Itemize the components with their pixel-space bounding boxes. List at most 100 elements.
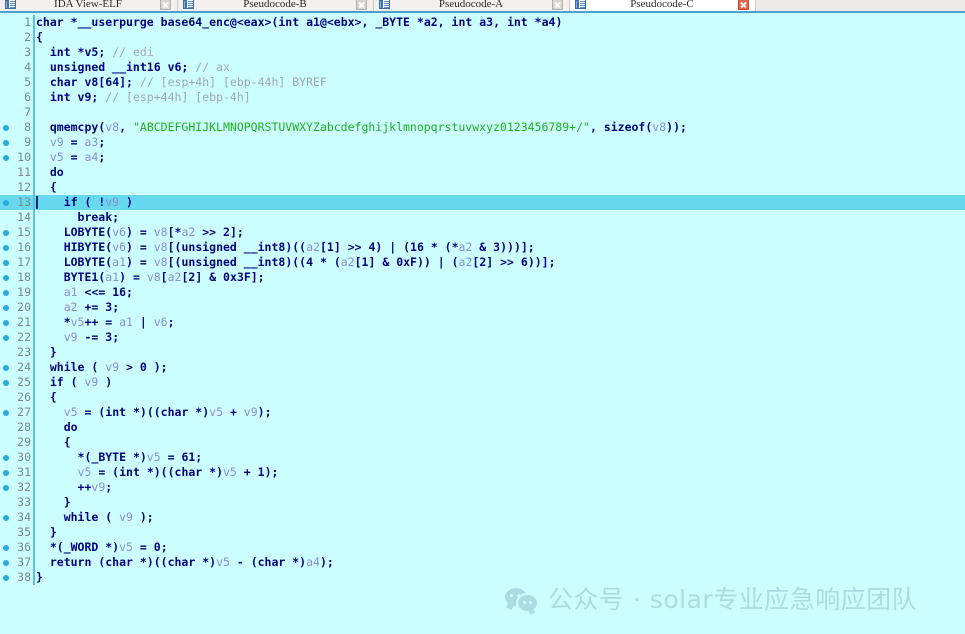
line-number: 22 xyxy=(17,330,31,344)
code-line[interactable]: 23 } xyxy=(0,345,965,360)
code-line-text: int v9; // [esp+44h] [ebp-4h] xyxy=(36,90,251,104)
gutter-separator xyxy=(33,450,35,465)
tab-close-icon[interactable] xyxy=(738,0,749,10)
code-line-text: v9 -= 3; xyxy=(63,330,120,344)
code-line[interactable]: 37 return (char *)((char *)v5 - (char *)… xyxy=(0,555,965,570)
code-line[interactable]: 12 { xyxy=(0,180,965,195)
tab-bar-filler xyxy=(756,0,965,11)
tab-pseudocode-c[interactable]: Pseudocode-C xyxy=(570,0,756,11)
code-line-list[interactable]: 1 char *__userpurge base64_enc@<eax>(int … xyxy=(0,15,965,585)
wechat-icon xyxy=(505,587,539,613)
tab-close-icon[interactable] xyxy=(356,0,367,10)
gutter-separator xyxy=(33,345,35,360)
line-number: 12 xyxy=(17,180,31,194)
code-line[interactable]: 24 while ( v9 > 0 ); xyxy=(0,360,965,375)
code-line[interactable]: 4 unsigned __int16 v6; // ax xyxy=(0,60,965,75)
code-line-text: if ( v9 ) xyxy=(36,375,113,389)
code-line[interactable]: 27 v5 = (int *)((char *)v5 + v9); xyxy=(0,405,965,420)
gutter-separator xyxy=(33,45,35,60)
code-line[interactable]: 30 *(_BYTE *)v5 = 61; xyxy=(0,450,965,465)
line-number: 16 xyxy=(17,240,31,254)
gutter-separator xyxy=(33,15,35,30)
code-line[interactable]: 3 int *v5; // edi xyxy=(0,45,965,60)
code-line[interactable]: 9 v9 = a3; xyxy=(0,135,965,150)
code-line[interactable]: 31 v5 = (int *)((char *)v5 + 1); xyxy=(0,465,965,480)
code-line-text: *(_BYTE *)v5 = 61; xyxy=(36,450,203,464)
tab-close-icon[interactable] xyxy=(552,0,563,10)
gutter-separator xyxy=(33,90,35,105)
code-line[interactable]: 25 if ( v9 ) xyxy=(0,375,965,390)
pseudocode-editor[interactable]: 1 char *__userpurge base64_enc@<eax>(int … xyxy=(0,15,965,634)
line-number: 30 xyxy=(17,450,31,464)
gutter-separator xyxy=(33,405,35,420)
code-line-text: break; xyxy=(36,210,120,224)
gutter-separator xyxy=(33,135,35,150)
code-line[interactable]: 1 char *__userpurge base64_enc@<eax>(int … xyxy=(0,15,965,30)
code-line[interactable]: 26 { xyxy=(0,390,965,405)
line-number: 5 xyxy=(24,75,31,89)
code-line[interactable]: 36 *(_WORD *)v5 = 0; xyxy=(0,540,965,555)
code-line[interactable]: 32 ++v9; xyxy=(0,480,965,495)
code-line[interactable]: 19 a1 <<= 16; xyxy=(0,285,965,300)
line-number: 25 xyxy=(17,375,31,389)
gutter-separator xyxy=(33,120,35,135)
tab-ida-view-elf[interactable]: IDA View-ELF xyxy=(0,0,178,11)
code-line[interactable]: 13 if ( !v9 ) xyxy=(0,195,965,210)
tab-pseudocode-a[interactable]: Pseudocode-A xyxy=(374,0,570,11)
code-line[interactable]: 15 LOBYTE(v6) = v8[*a2 >> 2]; xyxy=(0,225,965,240)
code-line-text: int *v5; // edi xyxy=(36,45,154,59)
code-line[interactable]: 35 } xyxy=(0,525,965,540)
line-number: 1 xyxy=(24,15,31,29)
line-number: 20 xyxy=(17,300,31,314)
line-number: 31 xyxy=(17,465,31,479)
code-line[interactable]: 34 while ( v9 ); xyxy=(0,510,965,525)
code-line-text: do xyxy=(36,420,78,434)
code-line[interactable]: 33 } xyxy=(0,495,965,510)
tab-close-icon[interactable] xyxy=(160,0,171,10)
code-line[interactable]: 16 HIBYTE(v6) = v8[(unsigned __int8)((a2… xyxy=(0,240,965,255)
line-number: 38 xyxy=(17,570,31,584)
code-line-text: return (char *)((char *)v5 - (char *)a4)… xyxy=(36,555,334,569)
code-line[interactable]: 7 xyxy=(0,105,965,120)
code-line[interactable]: 5 char v8[64]; // [esp+4h] [ebp-44h] BYR… xyxy=(0,75,965,90)
gutter-separator xyxy=(33,510,35,525)
code-line[interactable]: 29 { xyxy=(0,435,965,450)
code-line[interactable]: 28 do xyxy=(0,420,965,435)
code-line[interactable]: 17 LOBYTE(a1) = v8[(unsigned __int8)((4 … xyxy=(0,255,965,270)
code-line[interactable]: 8 qmemcpy(v8, "ABCDEFGHIJKLMNOPQRSTUVWXY… xyxy=(0,120,965,135)
line-number: 13 xyxy=(17,195,31,209)
code-line-text: } xyxy=(36,525,57,539)
code-line[interactable]: 6 int v9; // [esp+44h] [ebp-4h] xyxy=(0,90,965,105)
gutter-separator xyxy=(33,75,35,90)
code-line-text: LOBYTE(a1) = v8[(unsigned __int8)((4 * (… xyxy=(36,255,556,269)
code-line-text: v5 = (int *)((char *)v5 + 1); xyxy=(77,465,279,479)
code-line-text: v5 = (int *)((char *)v5 + v9); xyxy=(63,405,272,419)
gutter-separator xyxy=(33,30,35,45)
code-line[interactable]: 14 break; xyxy=(0,210,965,225)
line-number: 6 xyxy=(24,90,31,104)
line-number: 17 xyxy=(17,255,31,269)
line-number: 4 xyxy=(24,60,31,74)
line-number: 28 xyxy=(17,420,31,434)
line-number: 29 xyxy=(17,435,31,449)
gutter-separator xyxy=(33,390,35,405)
line-number: 33 xyxy=(17,495,31,509)
line-number: 15 xyxy=(17,225,31,239)
code-line[interactable]: 38} xyxy=(0,570,965,585)
code-line-text: if ( !v9 ) xyxy=(36,195,133,209)
code-line[interactable]: 10 v5 = a4; xyxy=(0,150,965,165)
line-number: 2 xyxy=(24,30,31,44)
code-line[interactable]: 18 BYTE1(a1) = v8[a2[2] & 0x3F]; xyxy=(0,270,965,285)
tab-label: Pseudocode-C xyxy=(630,0,694,10)
code-line-text: v9 = a3; xyxy=(49,135,106,149)
code-line[interactable]: 11 do xyxy=(0,165,965,180)
tab-pseudocode-b[interactable]: Pseudocode-B xyxy=(178,0,374,11)
code-line-text: a2 += 3; xyxy=(63,300,120,314)
gutter-separator xyxy=(33,210,35,225)
tab-label: Pseudocode-B xyxy=(243,0,307,10)
gutter-separator xyxy=(33,570,35,585)
code-line[interactable]: 2{ xyxy=(0,30,965,45)
code-line[interactable]: 22 v9 -= 3; xyxy=(0,330,965,345)
code-line[interactable]: 21 *v5++ = a1 | v6; xyxy=(0,315,965,330)
code-line[interactable]: 20 a2 += 3; xyxy=(0,300,965,315)
